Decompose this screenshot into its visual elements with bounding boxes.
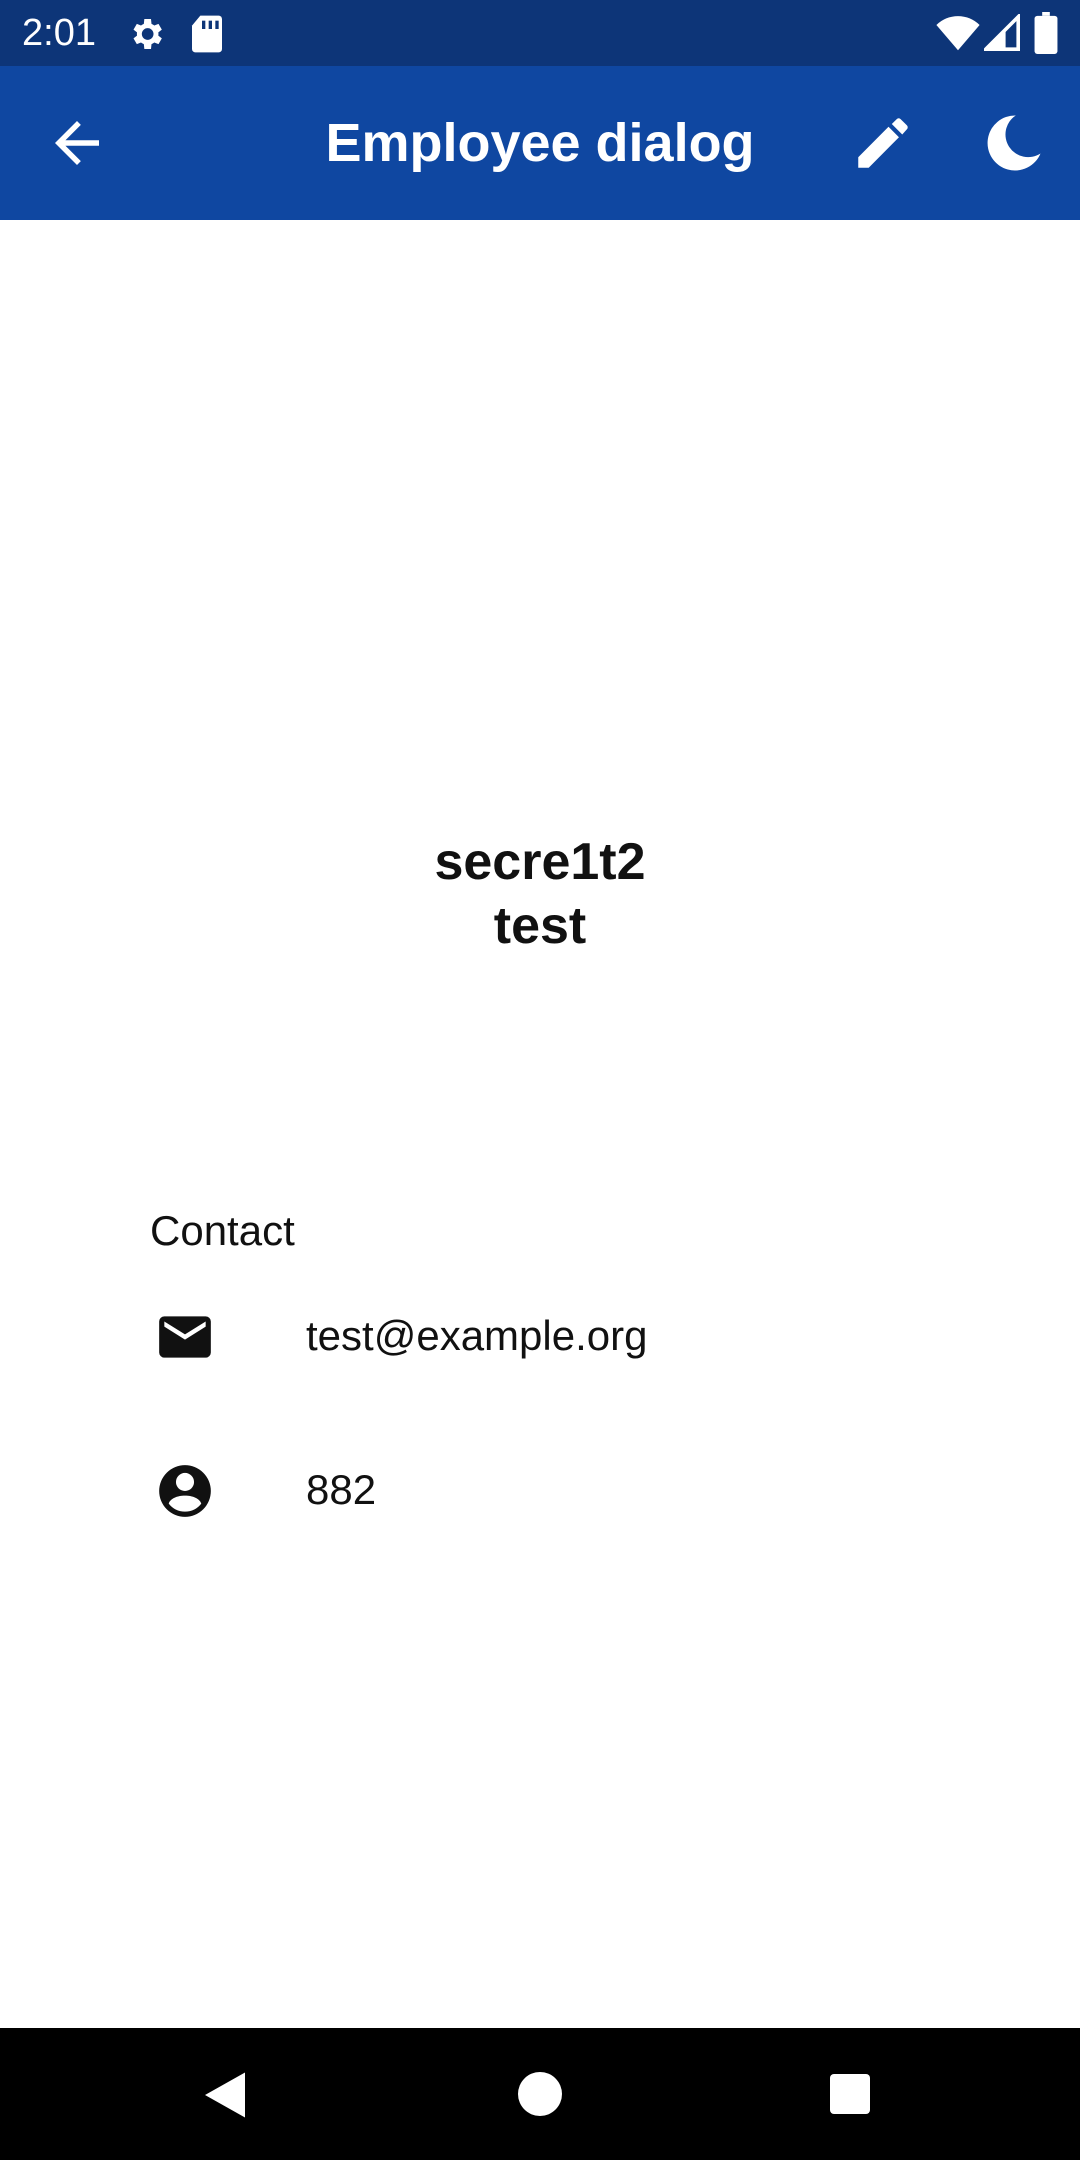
settings-icon [133, 19, 162, 49]
dark-mode-moon-icon[interactable] [980, 110, 1046, 176]
employee-name: secre1t2 test [0, 830, 1080, 958]
contact-id-row[interactable]: 882 [150, 1450, 950, 1530]
status-bar: 2:01 [0, 0, 1080, 66]
sd-card-icon [192, 15, 222, 53]
signal-icon [984, 14, 1020, 51]
nav-home-icon[interactable] [518, 2072, 562, 2116]
battery-icon [1034, 12, 1058, 54]
employee-name-line2: test [493, 897, 587, 955]
employee-name-line1: secre1t2 [434, 833, 646, 891]
nav-recents-icon[interactable] [830, 2074, 870, 2114]
contact-email: test@example.org [306, 1312, 648, 1359]
system-nav-bar [0, 2028, 1080, 2160]
page-title: Employee dialog [325, 113, 755, 173]
account-circle-icon [159, 1465, 211, 1517]
edit-pencil-icon[interactable] [850, 110, 916, 176]
app-bar: Employee dialog [0, 66, 1080, 220]
contact-section-header: Contact [150, 1207, 295, 1254]
contact-id: 882 [306, 1466, 377, 1513]
email-icon [159, 1316, 211, 1358]
nav-back-icon[interactable] [200, 2070, 250, 2120]
status-time: 2:01 [22, 12, 96, 54]
contact-email-row[interactable]: test@example.org [150, 1296, 950, 1376]
wifi-icon [936, 16, 980, 51]
